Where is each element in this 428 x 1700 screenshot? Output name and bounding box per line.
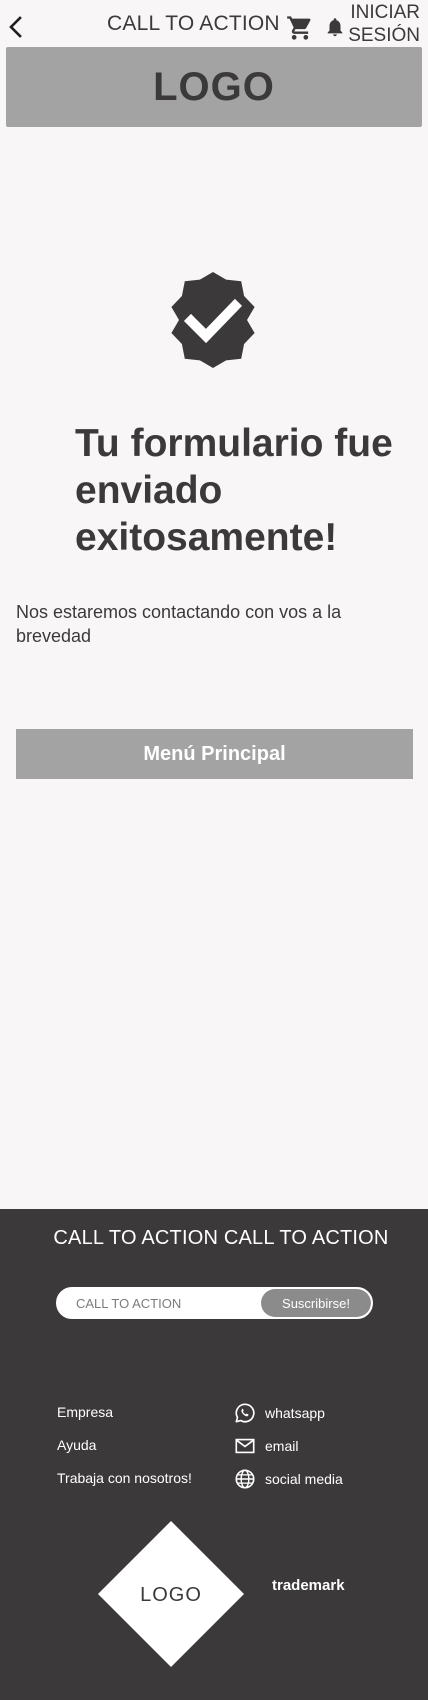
success-message: Nos estaremos contactando con vos a la b… <box>16 602 342 646</box>
login-label-line1: INICIAR <box>350 2 420 23</box>
email-icon <box>235 1438 255 1453</box>
globe-icon <box>235 1468 255 1489</box>
footer-link-ayuda[interactable]: Ayuda <box>57 1429 192 1462</box>
chevron-left-icon <box>9 16 22 38</box>
footer-links: Empresa Ayuda Trabaja con nosotros! <box>57 1396 192 1495</box>
trademark: trademark <box>272 1577 345 1594</box>
login-link[interactable]: INICIAR SESIÓN <box>348 1 420 47</box>
bell-icon[interactable] <box>324 14 346 40</box>
verified-check-badge-icon <box>171 272 255 368</box>
contact-list: whatsapp email social media <box>234 1396 343 1495</box>
footer: CALL TO ACTION CALL TO ACTION Suscribirs… <box>0 1209 428 1700</box>
main-menu-button[interactable]: Menú Principal <box>16 729 413 779</box>
logo-text: LOGO <box>153 64 275 109</box>
contact-email-label: email <box>265 1437 299 1454</box>
contact-whatsapp-label: whatsapp <box>265 1404 325 1421</box>
contact-social-media-label: social media <box>265 1470 343 1487</box>
subscribe-input[interactable] <box>76 1289 256 1317</box>
subscribe-form: Suscribirse! <box>56 1287 373 1319</box>
back-button[interactable] <box>4 12 28 42</box>
login-label-line2: SESIÓN <box>348 25 420 46</box>
contact-email[interactable]: email <box>234 1429 343 1462</box>
logo-banner[interactable]: LOGO <box>6 47 422 127</box>
top-call-to-action[interactable]: CALL TO ACTION <box>107 12 280 36</box>
footer-logo[interactable]: LOGO <box>98 1521 244 1667</box>
footer-link-empresa[interactable]: Empresa <box>57 1396 192 1429</box>
shopping-cart-icon[interactable] <box>286 14 314 42</box>
footer-logo-text: LOGO <box>140 1584 202 1606</box>
footer-link-trabaja[interactable]: Trabaja con nosotros! <box>57 1462 192 1495</box>
subscribe-button[interactable]: Suscribirse! <box>261 1289 371 1317</box>
contact-social-media[interactable]: social media <box>234 1462 343 1495</box>
top-bar: CALL TO ACTION INICIAR SESIÓN <box>0 0 428 46</box>
whatsapp-icon <box>235 1402 255 1423</box>
footer-call-to-action[interactable]: CALL TO ACTION CALL TO ACTION <box>0 1227 428 1250</box>
contact-whatsapp[interactable]: whatsapp <box>234 1396 343 1429</box>
success-headline: Tu formulario fue enviado exitosamente! <box>75 422 393 559</box>
